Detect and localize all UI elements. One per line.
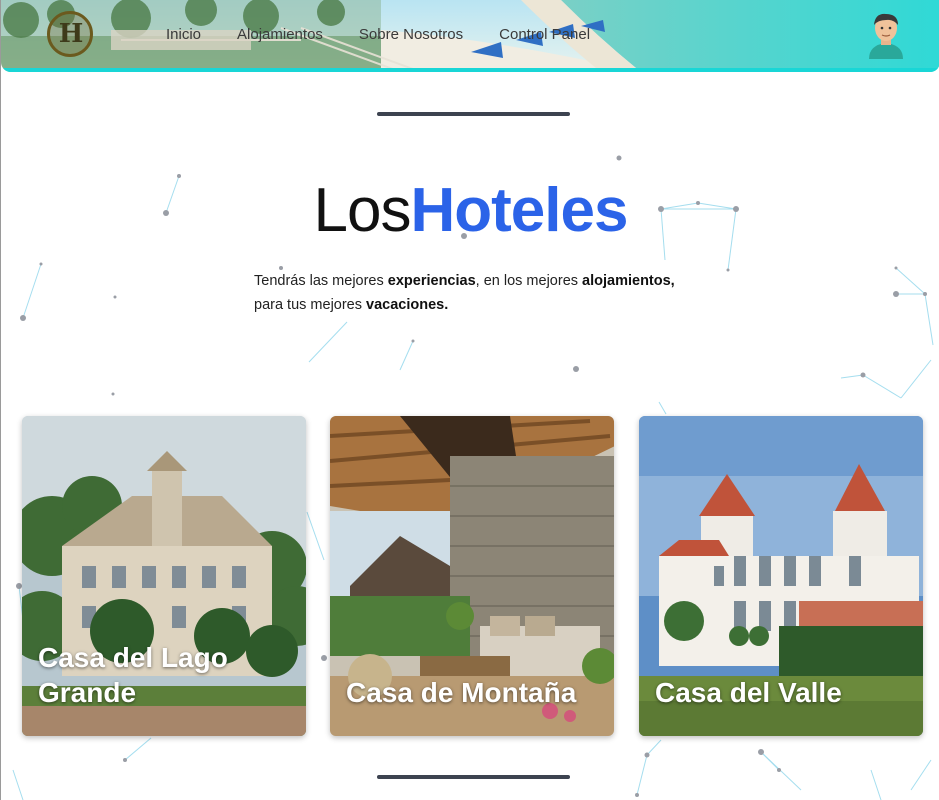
header-banner: H Inicio Alojamientos Sobre Nosotros Con… [1, 0, 939, 72]
intro-text-bold: alojamientos, [582, 273, 675, 289]
section-divider-bottom [377, 775, 570, 779]
intro-text-part: , en los mejores [475, 273, 583, 289]
hotel-card-title: Casa de Montaña [346, 677, 577, 708]
intro-text-bold: experiencias [387, 273, 476, 289]
nav-inicio[interactable]: Inicio [166, 26, 201, 43]
section-divider-top [377, 112, 570, 116]
intro-text-part: Tendrás las mejores [254, 273, 388, 289]
nav-sobre-nosotros[interactable]: Sobre Nosotros [359, 26, 463, 43]
intro-text: Tendrás las mejores experiencias, en los… [254, 269, 724, 317]
hotel-card-title: Casa del Lago Grande [38, 642, 228, 708]
title-light: Los [313, 176, 412, 245]
site-logo[interactable]: H [47, 11, 93, 57]
nav-control-panel[interactable]: Control Panel [499, 26, 590, 43]
page-title: LosHoteles [1, 176, 939, 246]
title-bold: Hoteles [410, 176, 629, 245]
logo-letter: H [58, 19, 84, 49]
hotel-card-title: Casa del Valle [655, 677, 842, 708]
user-avatar-icon[interactable] [865, 11, 907, 59]
hotel-card-valle[interactable]: Casa del Valle [639, 416, 923, 736]
hotel-card-lago[interactable]: Casa del Lago Grande [22, 416, 306, 736]
main-nav: Inicio Alojamientos Sobre Nosotros Contr… [166, 26, 626, 43]
intro-text-bold: vacaciones. [366, 297, 449, 313]
nav-alojamientos[interactable]: Alojamientos [237, 26, 323, 43]
hotel-card-montana[interactable]: Casa de Montaña [330, 416, 614, 736]
intro-text-part: para tus mejores [254, 297, 367, 313]
